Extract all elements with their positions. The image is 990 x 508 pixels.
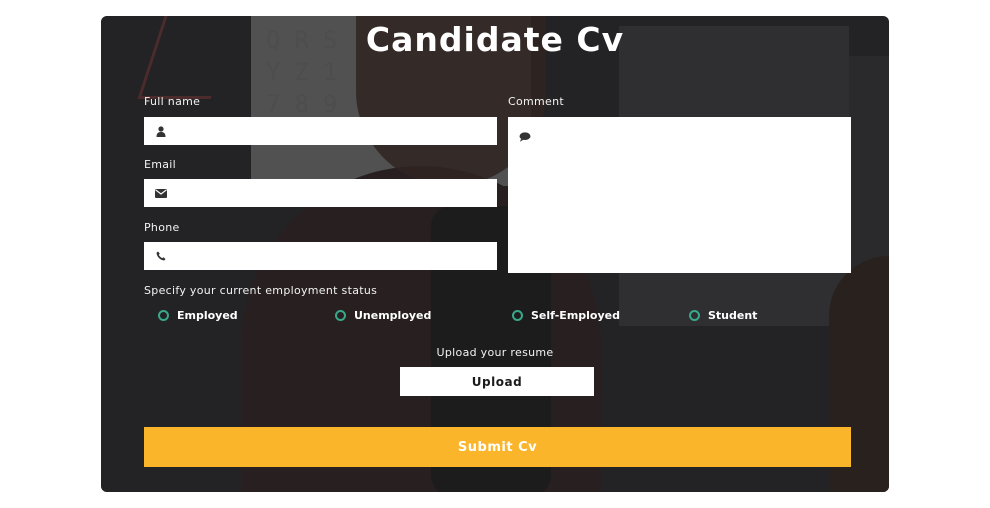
cv-form-card: QRSYZ1789 Candidate Cv Full name Email P…: [101, 16, 889, 492]
phone-field[interactable]: [144, 242, 497, 270]
radio-circle-icon: [512, 310, 523, 321]
envelope-icon: [154, 186, 168, 200]
radio-employed-label: Employed: [177, 309, 238, 322]
email-field[interactable]: [144, 179, 497, 207]
radio-circle-icon: [335, 310, 346, 321]
user-icon: [154, 124, 168, 138]
radio-unemployed-label: Unemployed: [354, 309, 432, 322]
full-name-input[interactable]: [176, 121, 491, 141]
radio-employed[interactable]: Employed: [158, 309, 238, 322]
radio-student[interactable]: Student: [689, 309, 757, 322]
upload-label: Upload your resume: [436, 346, 554, 359]
radio-circle-icon: [158, 310, 169, 321]
form-title: Candidate Cv: [365, 20, 625, 59]
radio-unemployed[interactable]: Unemployed: [335, 309, 431, 322]
comment-textarea[interactable]: [540, 125, 843, 265]
employment-status-label: Specify your current employment status: [144, 284, 378, 297]
radio-student-label: Student: [708, 309, 758, 322]
email-label: Email: [144, 158, 177, 171]
submit-button[interactable]: Submit Cv: [144, 427, 851, 467]
radio-self-employed[interactable]: Self-Employed: [512, 309, 620, 322]
full-name-label: Full name: [144, 95, 201, 108]
upload-button[interactable]: Upload: [400, 367, 594, 396]
phone-icon: [154, 249, 168, 263]
comment-icon: [518, 130, 532, 144]
radio-self-employed-label: Self-Employed: [531, 309, 620, 322]
phone-input[interactable]: [176, 246, 491, 266]
comment-label: Comment: [508, 95, 564, 108]
full-name-field[interactable]: [144, 117, 497, 145]
phone-label: Phone: [144, 221, 180, 234]
comment-field[interactable]: [508, 117, 851, 273]
radio-circle-icon: [689, 310, 700, 321]
email-input[interactable]: [176, 183, 491, 203]
